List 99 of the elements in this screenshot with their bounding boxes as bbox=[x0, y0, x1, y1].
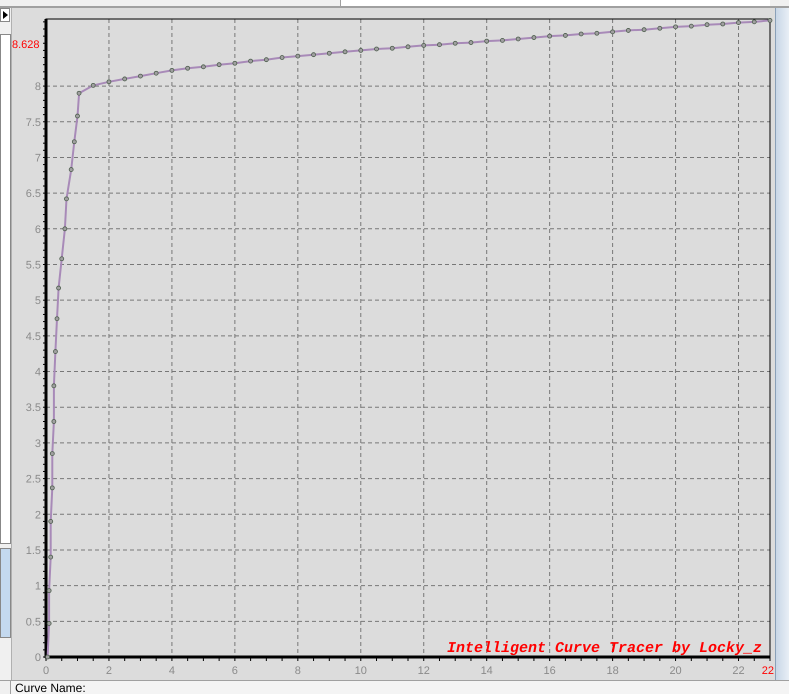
data-point bbox=[64, 196, 69, 202]
data-point bbox=[295, 54, 300, 58]
y-tick-label: 0 bbox=[34, 652, 41, 664]
data-point bbox=[280, 55, 284, 60]
data-point bbox=[563, 33, 568, 38]
data-point bbox=[72, 139, 77, 144]
y-tick-label: 4 bbox=[34, 366, 41, 379]
data-point bbox=[390, 46, 395, 51]
data-point bbox=[406, 44, 410, 50]
x-tick-label: 20 bbox=[669, 665, 682, 677]
y-tick-label: 7.5 bbox=[26, 116, 41, 129]
y-tick-label: 1 bbox=[34, 580, 41, 593]
data-point bbox=[342, 49, 348, 54]
max-x-label: 22 bbox=[762, 665, 774, 677]
data-point bbox=[468, 40, 474, 45]
x-tick-label: 2 bbox=[106, 665, 112, 677]
y-tick-label: 1.5 bbox=[26, 544, 41, 557]
y-tick-label: 3 bbox=[34, 438, 41, 450]
data-point bbox=[185, 66, 190, 71]
data-point bbox=[768, 18, 772, 23]
x-tick-label: 16 bbox=[544, 665, 556, 677]
data-point bbox=[76, 90, 82, 96]
data-point bbox=[54, 316, 60, 322]
x-tick-label: 14 bbox=[480, 665, 493, 677]
data-point bbox=[46, 588, 52, 594]
x-tick-label: 8 bbox=[294, 665, 301, 677]
data-point bbox=[68, 167, 74, 172]
data-point bbox=[437, 42, 442, 48]
data-point bbox=[516, 36, 521, 42]
x-tick-label: 6 bbox=[232, 665, 238, 677]
data-point bbox=[50, 485, 55, 490]
data-point bbox=[232, 60, 238, 66]
data-point bbox=[610, 29, 615, 34]
y-tick-label: 5 bbox=[34, 295, 41, 308]
y-tick-label: 6 bbox=[34, 224, 41, 236]
data-point bbox=[154, 70, 159, 76]
x-tick-label: 4 bbox=[168, 665, 175, 677]
y-tick-label: 4.5 bbox=[26, 330, 41, 343]
x-tick-label: 22 bbox=[732, 665, 745, 677]
data-point bbox=[452, 40, 458, 46]
data-point bbox=[532, 35, 536, 40]
data-point bbox=[59, 256, 64, 262]
data-point bbox=[500, 38, 505, 43]
data-point bbox=[374, 46, 379, 52]
data-point bbox=[45, 654, 50, 660]
data-point bbox=[51, 383, 56, 388]
data-point bbox=[106, 79, 112, 84]
data-point bbox=[720, 22, 726, 26]
x-tick-label: 10 bbox=[354, 665, 367, 677]
expand-button[interactable] bbox=[0, 8, 10, 22]
scrollbar[interactable] bbox=[775, 8, 789, 680]
data-point bbox=[216, 62, 222, 68]
data-point bbox=[48, 519, 54, 524]
data-point bbox=[484, 38, 490, 44]
y-tick-label: 7 bbox=[34, 152, 41, 164]
data-point bbox=[326, 50, 332, 56]
y-tick-label: 0.5 bbox=[26, 616, 41, 628]
data-point bbox=[736, 20, 741, 25]
data-point bbox=[53, 349, 58, 354]
arrow-right-icon bbox=[2, 11, 8, 19]
data-point bbox=[62, 226, 68, 232]
data-point bbox=[90, 82, 96, 88]
curve-name-label: Curve Name: bbox=[10, 681, 789, 694]
data-point bbox=[50, 451, 55, 456]
y-tick-label: 2.5 bbox=[26, 474, 41, 486]
data-point bbox=[704, 22, 710, 28]
data-point bbox=[421, 43, 426, 48]
data-point bbox=[122, 76, 128, 82]
y-tick-label: 6.5 bbox=[26, 188, 41, 200]
data-point bbox=[752, 19, 757, 24]
max-y-label: 8.628 bbox=[12, 39, 40, 51]
data-point bbox=[138, 74, 143, 78]
data-point bbox=[594, 30, 600, 36]
data-point bbox=[358, 48, 364, 53]
y-tick-label: 8 bbox=[34, 81, 41, 94]
data-point bbox=[264, 57, 269, 62]
data-point bbox=[170, 68, 174, 73]
data-point bbox=[51, 419, 56, 424]
data-point bbox=[642, 27, 646, 32]
data-point bbox=[200, 64, 206, 70]
data-point bbox=[578, 32, 584, 36]
y-tick-label: 5.5 bbox=[26, 260, 41, 272]
data-point bbox=[688, 24, 694, 29]
data-point bbox=[75, 114, 80, 118]
x-tick-label: 0 bbox=[42, 665, 50, 677]
data-point bbox=[311, 52, 316, 58]
data-point bbox=[48, 554, 54, 560]
data-point bbox=[626, 28, 631, 33]
x-tick-label: 18 bbox=[606, 665, 619, 677]
data-point bbox=[657, 26, 662, 31]
data-point bbox=[673, 24, 678, 30]
data-point bbox=[547, 34, 552, 39]
y-tick-label: 3.5 bbox=[26, 402, 41, 414]
data-point bbox=[248, 58, 254, 64]
data-point bbox=[46, 621, 52, 626]
y-tick-label: 2 bbox=[34, 509, 41, 522]
x-tick-label: 12 bbox=[418, 665, 430, 677]
credit-text: Intelligent Curve Tracer by Locky_z bbox=[446, 640, 762, 657]
data-point bbox=[56, 286, 61, 290]
